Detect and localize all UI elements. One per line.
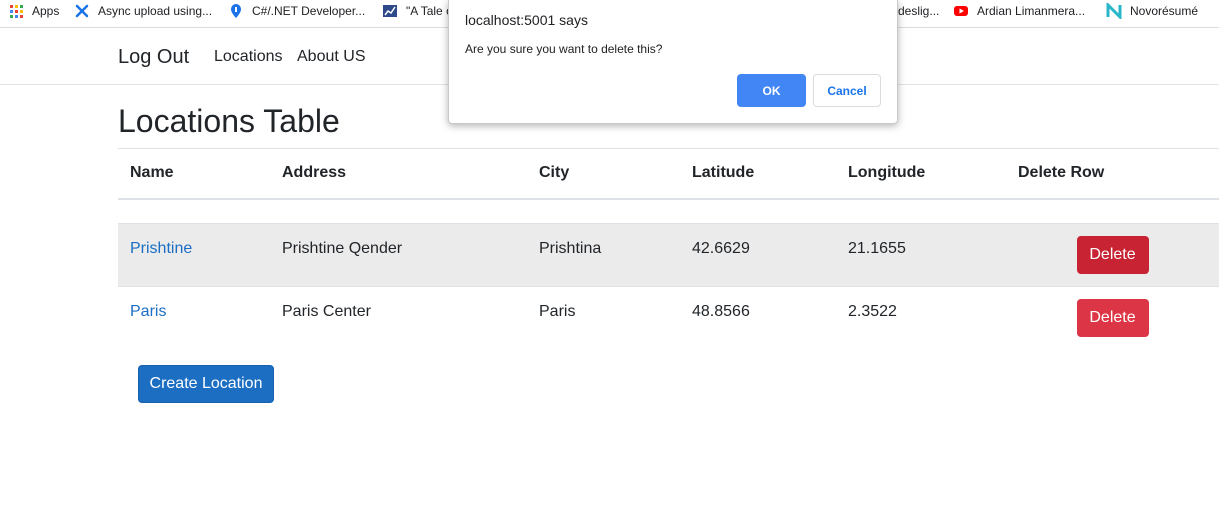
location-address: Paris Center xyxy=(282,303,371,320)
bookmark-apps[interactable]: Apps xyxy=(8,0,59,22)
delete-button[interactable]: Delete xyxy=(1076,236,1149,274)
dialog-ok-button[interactable]: OK xyxy=(737,74,806,107)
dialog-message: Are you sure you want to delete this? xyxy=(465,42,663,56)
dialog-title: localhost:5001 says xyxy=(465,12,588,28)
bookmark-label: "A Tale o xyxy=(406,4,453,18)
dialog-cancel-button[interactable]: Cancel xyxy=(813,74,881,107)
create-location-button[interactable]: Create Location xyxy=(138,365,274,403)
youtube-icon xyxy=(953,3,969,19)
bookmark-deslig[interactable]: deslig... xyxy=(898,0,939,22)
bookmark-label: Async upload using... xyxy=(98,4,213,18)
nav-link-locations[interactable]: Locations xyxy=(214,48,283,66)
chart-icon xyxy=(382,3,398,19)
locations-table: Name Address City Latitude Longitude Del… xyxy=(118,148,1219,350)
column-header-address: Address xyxy=(270,148,527,200)
bookmark-label: Ardian Limanmera... xyxy=(977,4,1086,18)
novoresume-n-icon xyxy=(1106,3,1122,19)
confirm-dialog: localhost:5001 says Are you sure you wan… xyxy=(448,0,898,124)
bookmark-async-upload[interactable]: Async upload using... xyxy=(74,0,212,22)
blue-x-icon xyxy=(74,3,90,19)
location-city: Paris xyxy=(539,303,576,320)
location-address: Prishtine Qender xyxy=(282,240,403,257)
bookmark-label: Apps xyxy=(32,4,60,18)
info-pin-icon xyxy=(228,3,244,19)
table-row: Paris Paris Center Paris 48.8566 2.3522 … xyxy=(118,286,1219,350)
apps-grid-icon xyxy=(8,3,24,19)
bookmark-youtube[interactable]: Ardian Limanmera... xyxy=(953,0,1085,22)
column-header-name: Name xyxy=(118,148,270,200)
nav-link-about-us[interactable]: About US xyxy=(297,48,365,66)
column-header-latitude: Latitude xyxy=(680,148,836,200)
bookmark-csharp-developer[interactable]: C#/.NET Developer... xyxy=(228,0,365,22)
delete-button[interactable]: Delete xyxy=(1076,299,1149,337)
location-city: Prishtina xyxy=(539,240,602,257)
bookmark-label: C#/.NET Developer... xyxy=(252,4,366,18)
table-header-row: Name Address City Latitude Longitude Del… xyxy=(118,148,1219,200)
location-latitude: 42.6629 xyxy=(692,240,750,257)
bookmark-novoresume[interactable]: Novorésumé xyxy=(1106,0,1198,22)
bookmark-a-tale[interactable]: "A Tale o xyxy=(382,0,453,22)
navbar-brand-logout[interactable]: Log Out xyxy=(118,46,189,69)
column-header-longitude: Longitude xyxy=(836,148,1006,200)
page-title: Locations Table xyxy=(118,103,340,139)
location-longitude: 2.3522 xyxy=(848,303,897,320)
location-name-link[interactable]: Paris xyxy=(130,303,166,320)
bookmark-label: deslig... xyxy=(898,4,940,18)
location-latitude: 48.8566 xyxy=(692,303,750,320)
column-header-city: City xyxy=(527,148,680,200)
location-name-link[interactable]: Prishtine xyxy=(130,240,192,257)
table-row: Prishtine Prishtine Qender Prishtina 42.… xyxy=(118,223,1219,287)
column-header-delete-row: Delete Row xyxy=(1006,148,1219,200)
bookmark-label: Novorésumé xyxy=(1130,4,1199,18)
location-longitude: 21.1655 xyxy=(848,240,906,257)
table-spacer-row xyxy=(118,199,1219,224)
